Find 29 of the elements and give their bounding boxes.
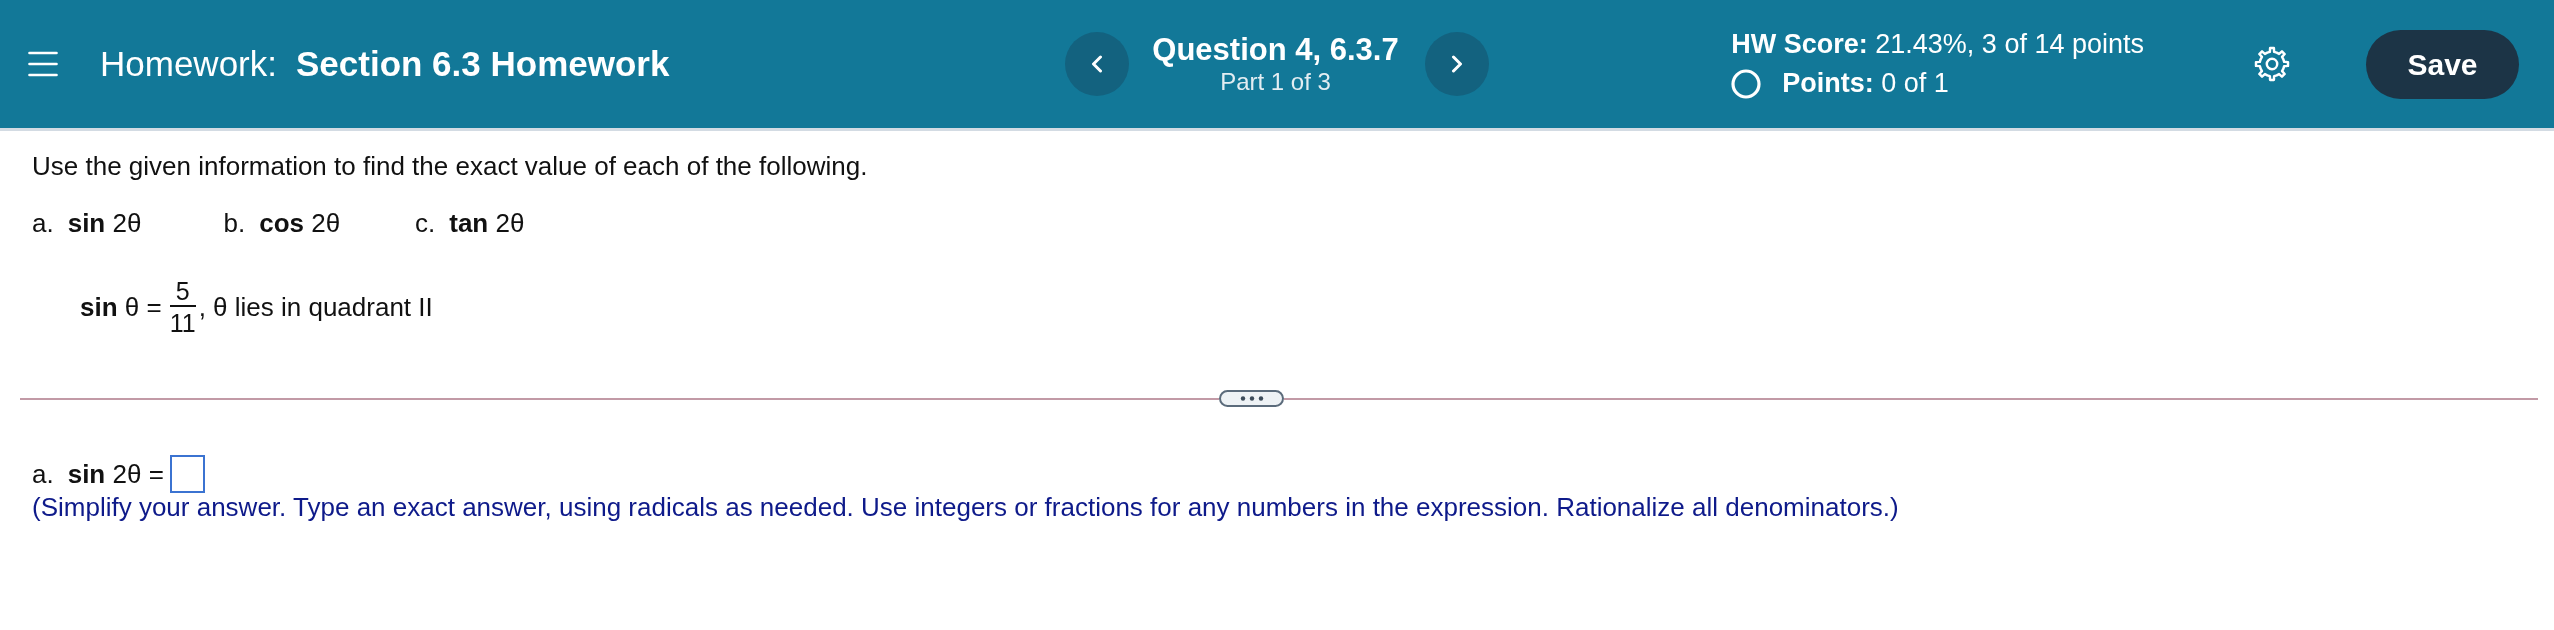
expand-button[interactable] — [1219, 390, 1284, 407]
homework-title: Section 6.3 Homework — [296, 42, 670, 85]
chevron-left-icon — [1091, 55, 1104, 73]
points-text: Points: 0 of 1 — [1782, 67, 1949, 100]
part-letter: a. — [32, 208, 54, 239]
part-letter: c. — [415, 208, 436, 239]
math-expression: sin 2θ = — [67, 458, 164, 490]
question-title: Question 4, 6.3.7 — [1152, 32, 1399, 68]
math-expression: cos 2θ — [259, 208, 341, 239]
math-expression: tan 2θ — [449, 208, 525, 239]
math-expression: sin θ = — [80, 291, 162, 323]
save-button[interactable]: Save — [2366, 29, 2519, 99]
status-circle-icon — [1731, 68, 1762, 99]
fraction-denominator: 11 — [169, 310, 196, 336]
instruction-text: Use the given information to find the exact value of each of the following. — [32, 151, 869, 182]
math-expression: sin 2θ — [67, 208, 142, 239]
menu-icon[interactable] — [28, 51, 58, 77]
fraction-numerator: 5 — [174, 278, 191, 304]
answer-box[interactable] — [169, 455, 205, 493]
part-letter: a. — [32, 458, 54, 490]
chevron-right-icon — [1450, 55, 1463, 73]
hw-score-text: HW Score: 21.43%, 3 of 14 points — [1731, 27, 2144, 61]
settings-icon[interactable] — [2254, 46, 2290, 82]
condition-text: , θ lies in quadrant II — [198, 291, 433, 323]
ellipsis-icon — [1239, 396, 1264, 401]
title-label: Homework: — [100, 42, 277, 85]
part-indicator: Part 1 of 3 — [1220, 68, 1331, 96]
part-letter: b. — [223, 208, 246, 239]
answer-hint: (Simplify your answer. Type an exact answer, using radicals as needed. Use integers or fractions for any numbers in the expression. Rationalize all denominators.) — [32, 492, 1900, 523]
